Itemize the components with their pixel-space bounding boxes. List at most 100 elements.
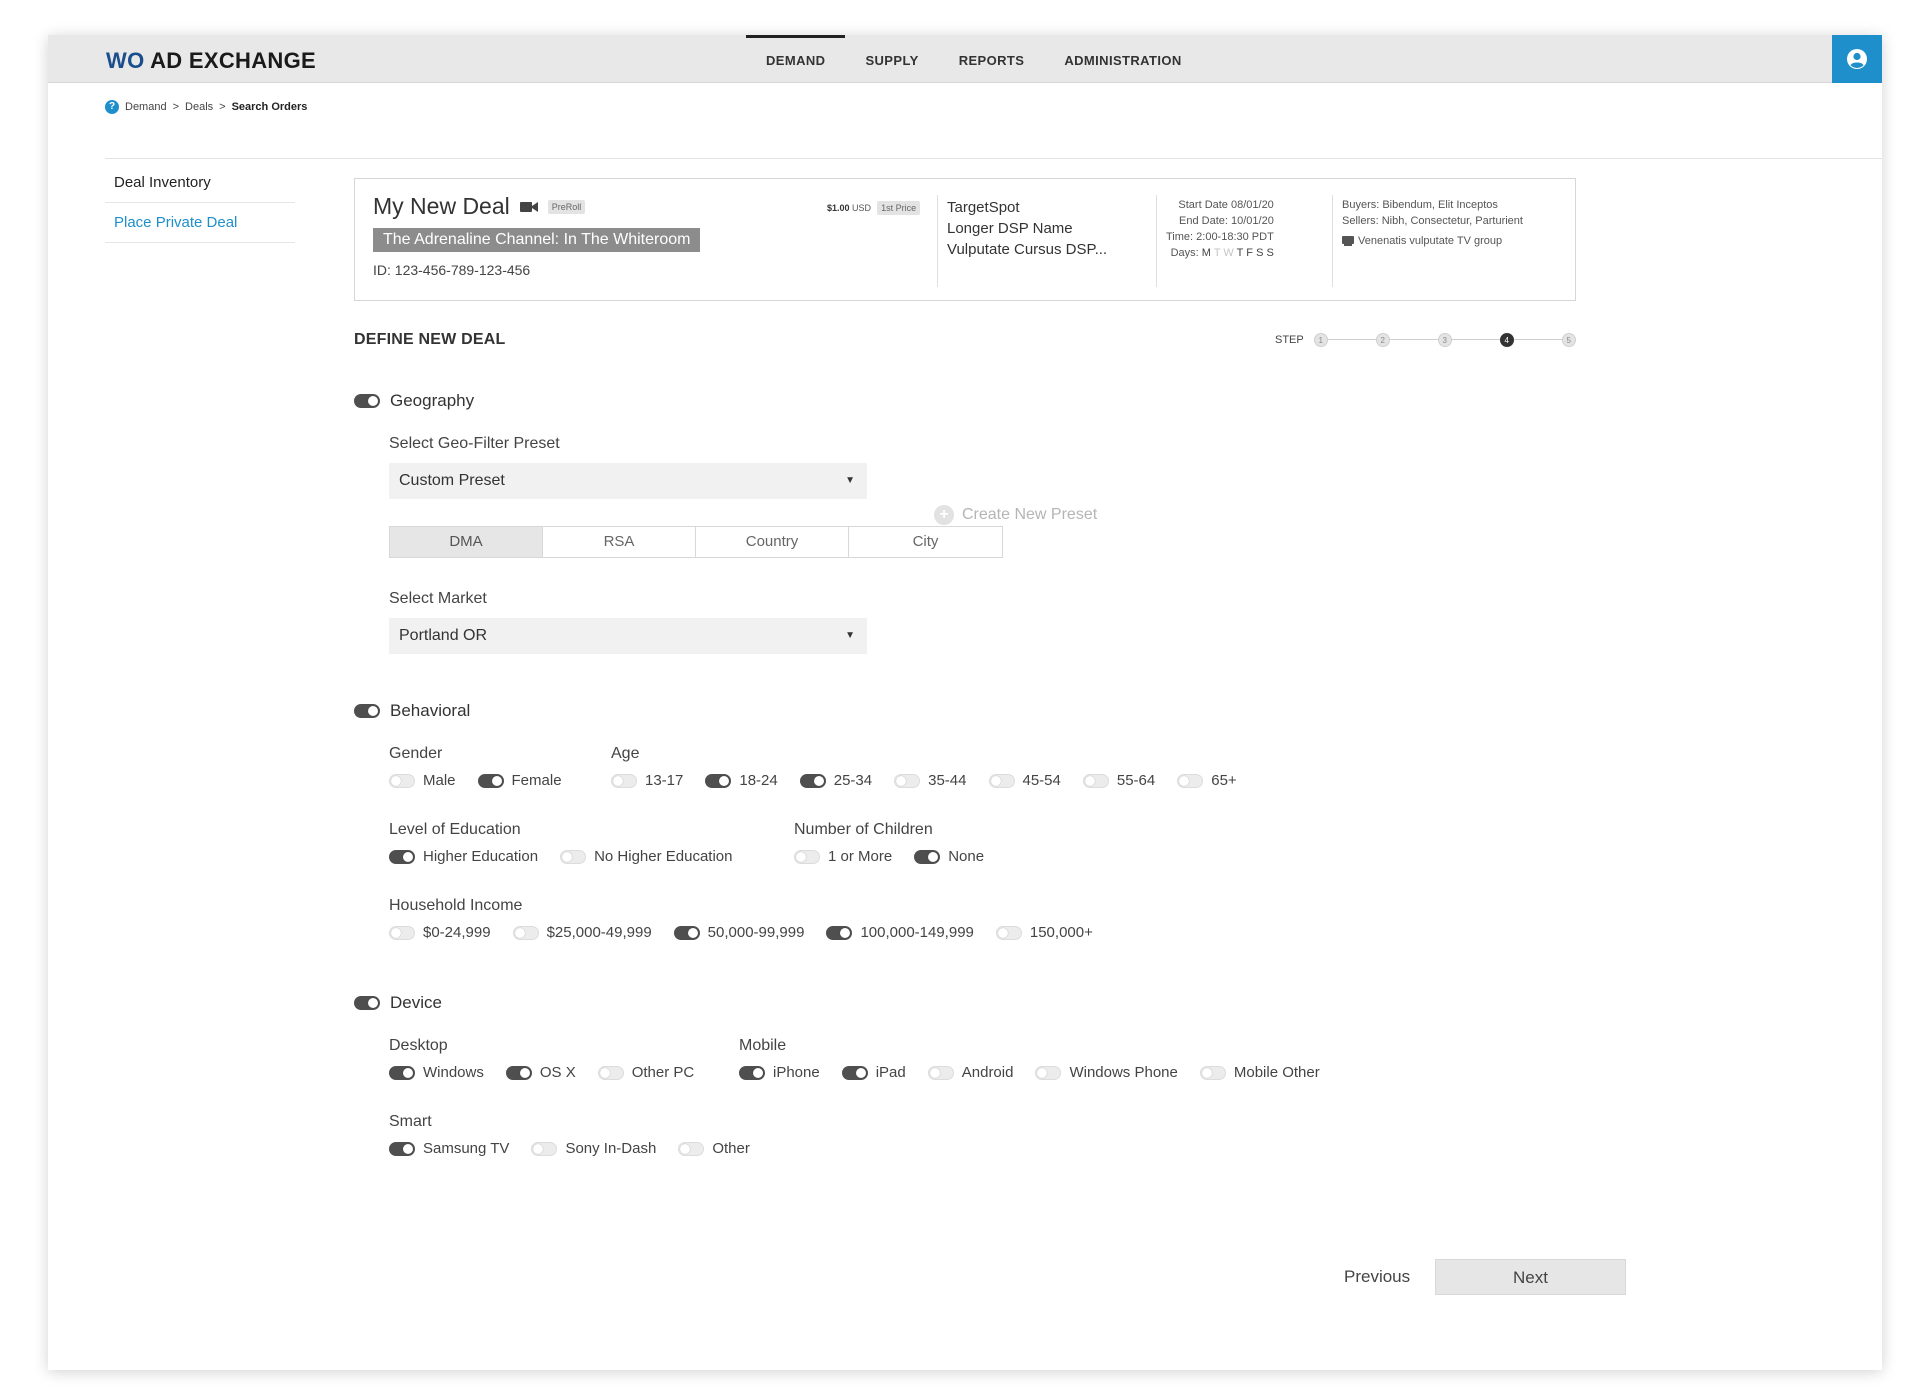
market-value: Portland OR — [399, 627, 488, 644]
income-25000-49999-toggle[interactable] — [512, 925, 539, 940]
geography-title: Geography — [390, 391, 475, 410]
tab-dma[interactable]: DMA — [390, 527, 543, 557]
previous-button[interactable]: Previous — [1332, 1259, 1422, 1295]
breadcrumb-demand[interactable]: Demand — [125, 101, 167, 113]
age-45-54-option[interactable]: 45-54 — [988, 772, 1061, 789]
tab-city[interactable]: City — [849, 527, 1002, 557]
help-icon[interactable]: ? — [105, 100, 119, 114]
brand-logo[interactable]: WO AD EXCHANGE — [106, 48, 316, 74]
age-25-34-toggle[interactable] — [799, 773, 826, 788]
income-0-24999-option[interactable]: $0-24,999 — [389, 924, 491, 941]
mobile-iphone-option[interactable]: iPhone — [739, 1064, 820, 1081]
no-higher-education-option[interactable]: No Higher Education — [560, 848, 733, 865]
day-sat: S — [1256, 247, 1264, 259]
age-45-54-toggle[interactable] — [988, 773, 1015, 788]
mobile-android-option[interactable]: Android — [927, 1064, 1013, 1081]
higher-education-option[interactable]: Higher Education — [389, 848, 538, 865]
smart-other-toggle[interactable] — [678, 1141, 705, 1156]
age-25-34-option[interactable]: 25-34 — [799, 772, 872, 789]
smart-samsung-tv-toggle[interactable] — [389, 1141, 415, 1156]
no-higher-education-toggle[interactable] — [560, 849, 587, 864]
gender-female-option[interactable]: Female — [477, 772, 562, 789]
gender-male-option[interactable]: Male — [389, 772, 456, 789]
day-sun: S — [1266, 247, 1274, 259]
age-35-44-option[interactable]: 35-44 — [894, 772, 967, 789]
dsp-item: TargetSpot — [947, 199, 1020, 216]
breadcrumb-deals[interactable]: Deals — [185, 101, 213, 113]
higher-education-toggle[interactable] — [389, 849, 415, 864]
age-13-17-option[interactable]: 13-17 — [611, 772, 683, 789]
income-100000-149999-option[interactable]: 100,000-149,999 — [826, 924, 974, 941]
smart-sony-in-dash-option[interactable]: Sony In-Dash — [531, 1140, 656, 1157]
mobile-android-toggle[interactable] — [927, 1065, 954, 1080]
income-25000-49999-option[interactable]: $25,000-49,999 — [512, 924, 652, 941]
mobile-other-option[interactable]: Mobile Other — [1199, 1064, 1320, 1081]
income-100000-149999-toggle[interactable] — [826, 925, 853, 940]
sidebar-item-deal-inventory[interactable]: Deal Inventory — [105, 163, 295, 203]
nav-administration[interactable]: ADMINISTRATION — [1044, 35, 1201, 83]
step-1[interactable]: 1 — [1313, 333, 1328, 347]
mobile-other-toggle[interactable] — [1199, 1065, 1226, 1080]
gender-male-toggle[interactable] — [389, 773, 415, 788]
next-button[interactable]: Next — [1435, 1259, 1626, 1295]
income-50000-99999-toggle[interactable] — [673, 925, 700, 940]
gender-female-toggle[interactable] — [477, 773, 504, 788]
income-150000-plus-option[interactable]: 150,000+ — [995, 924, 1093, 941]
day-tue: T — [1213, 247, 1221, 259]
desktop-windows-toggle[interactable] — [389, 1065, 415, 1080]
smart-sony-in-dash-toggle[interactable] — [531, 1141, 558, 1156]
age-18-24-toggle[interactable] — [705, 773, 732, 788]
children-1-or-more-toggle[interactable] — [794, 849, 820, 864]
device-toggle[interactable] — [354, 996, 380, 1010]
step-5[interactable]: 5 — [1561, 333, 1576, 347]
user-account-button[interactable] — [1832, 35, 1882, 83]
children-1-or-more-option[interactable]: 1 or More — [794, 848, 892, 865]
deal-title: My New Deal — [373, 193, 510, 219]
age-18-24-option[interactable]: 18-24 — [705, 772, 778, 789]
children-none-option[interactable]: None — [914, 848, 984, 865]
age-55-64-option[interactable]: 55-64 — [1082, 772, 1155, 789]
sidebar-item-place-private-deal[interactable]: Place Private Deal — [105, 203, 295, 243]
age-65-plus-option[interactable]: 65+ — [1177, 772, 1237, 789]
mobile-label: Mobile — [739, 1037, 787, 1054]
desktop-other-pc-toggle[interactable] — [597, 1065, 624, 1080]
mobile-iphone-toggle[interactable] — [739, 1065, 765, 1080]
mobile-windows-phone-toggle[interactable] — [1035, 1065, 1062, 1080]
geography-toggle[interactable] — [354, 394, 380, 408]
tab-country[interactable]: Country — [696, 527, 849, 557]
desktop-other-pc-option[interactable]: Other PC — [597, 1064, 694, 1081]
income-150000-plus-toggle[interactable] — [995, 925, 1022, 940]
step-4[interactable]: 4 — [1499, 333, 1514, 347]
children-none-toggle[interactable] — [914, 849, 941, 864]
geo-preset-select[interactable]: Custom Preset ▼ — [389, 463, 867, 499]
mobile-ipad-option[interactable]: iPad — [841, 1064, 906, 1081]
step-2[interactable]: 2 — [1375, 333, 1390, 347]
income-label: Household Income — [389, 897, 523, 914]
mobile-windows-phone-option[interactable]: Windows Phone — [1035, 1064, 1178, 1081]
smart-samsung-tv-option[interactable]: Samsung TV — [389, 1140, 509, 1157]
desktop-osx-toggle[interactable] — [505, 1065, 532, 1080]
option-label: 35-44 — [928, 772, 967, 789]
nav-demand[interactable]: DEMAND — [746, 35, 846, 83]
market-select[interactable]: Portland OR ▼ — [389, 618, 867, 654]
tab-rsa[interactable]: RSA — [543, 527, 696, 557]
smart-other-option[interactable]: Other — [678, 1140, 750, 1157]
step-track: 1 2 3 4 5 — [1313, 330, 1577, 350]
age-55-64-toggle[interactable] — [1082, 773, 1109, 788]
desktop-windows-option[interactable]: Windows — [389, 1064, 484, 1081]
income-0-24999-toggle[interactable] — [389, 925, 415, 940]
age-13-17-toggle[interactable] — [611, 773, 637, 788]
step-3[interactable]: 3 — [1437, 333, 1452, 347]
education-options: Higher Education No Higher Education — [389, 848, 755, 865]
desktop-osx-option[interactable]: OS X — [505, 1064, 576, 1081]
create-preset-button[interactable]: + Create New Preset — [934, 505, 1097, 525]
breadcrumb-current: Search Orders — [231, 101, 308, 113]
income-50000-99999-option[interactable]: 50,000-99,999 — [673, 924, 804, 941]
mobile-ipad-toggle[interactable] — [841, 1065, 868, 1080]
behavioral-toggle[interactable] — [354, 704, 380, 718]
nav-reports[interactable]: REPORTS — [939, 35, 1045, 83]
nav-supply[interactable]: SUPPLY — [845, 35, 938, 83]
age-35-44-toggle[interactable] — [894, 773, 921, 788]
age-65-plus-toggle[interactable] — [1177, 773, 1204, 788]
section-title: DEFINE NEW DEAL — [354, 331, 506, 348]
